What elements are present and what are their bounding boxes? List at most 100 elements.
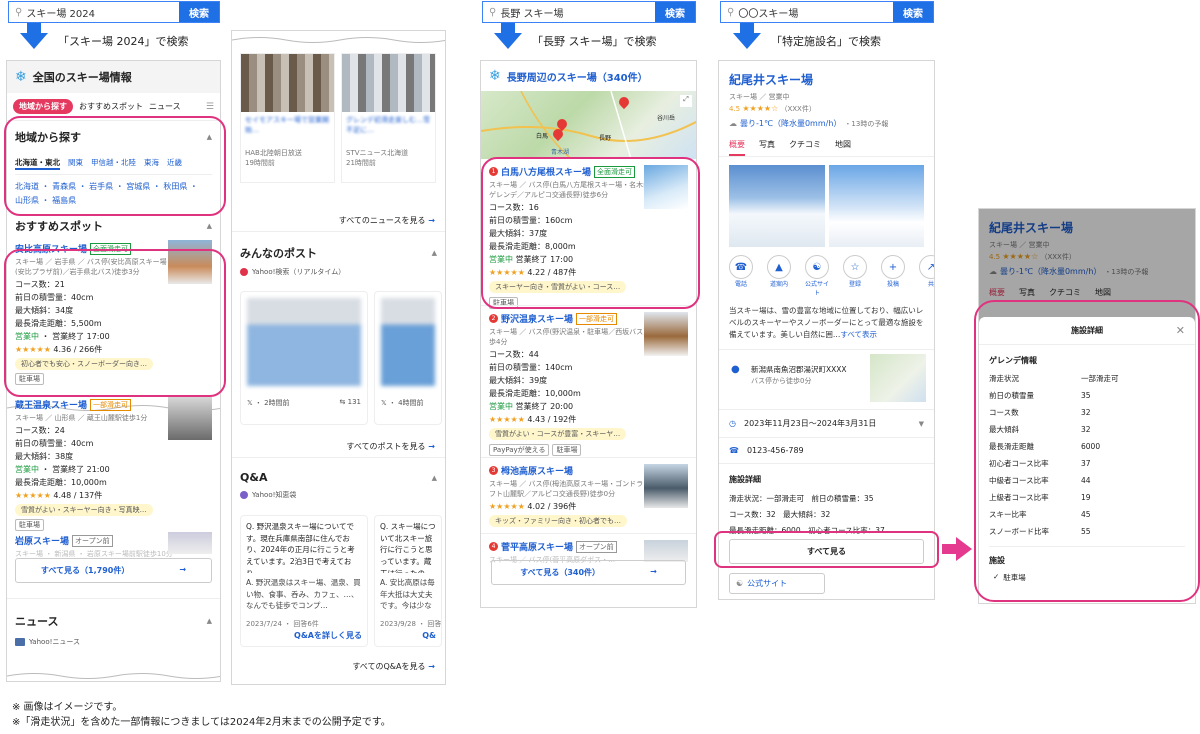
search-button[interactable]: 検索 (893, 2, 933, 22)
place-photo[interactable] (729, 165, 825, 247)
see-qa-link[interactable]: すべてのQ&Aを見る → (352, 661, 435, 672)
spot-thumbnail[interactable] (644, 540, 688, 562)
chevron-down-icon[interactable]: ▼ (919, 420, 924, 428)
globe-icon[interactable]: ☯ (805, 255, 829, 279)
expand-map-icon[interactable]: ⤢ (680, 95, 692, 107)
spot-thumbnail[interactable] (168, 396, 212, 440)
flow-step-1: 「スキー場 2024」で検索 (20, 23, 189, 49)
place-photo[interactable] (828, 165, 924, 247)
see-all-button[interactable]: すべて見る（340件） → (491, 560, 686, 585)
phone-number[interactable]: 0123-456-789 (747, 446, 804, 455)
spot-detail: 最長滑走距離：10,000m (489, 389, 581, 398)
qa-card-1[interactable]: Q. 野沢温泉スキー場についてです。現在兵庫県南部に住んでおり、2024年の正月… (240, 515, 368, 647)
qa-more-link[interactable]: Q&Aを詳しく見る (246, 630, 362, 642)
repost-icon[interactable]: ⇆ (340, 398, 346, 406)
wave-divider (7, 673, 220, 679)
place-panel: 紀尾井スキー場 スキー場 ／ 営業中 4.5 ★★★★☆ （XXX件） ☁ 曇り-… (718, 60, 935, 600)
highlight-recommend (4, 249, 226, 397)
address-sub: バス停から徒歩0分 (751, 377, 812, 385)
tab-region[interactable]: 地域から探す (13, 99, 73, 114)
news-title[interactable]: グレンデ初滑走楽しむ…雪不足に… (342, 112, 435, 148)
search-icon: ⚲ (489, 6, 497, 18)
search-bar-3[interactable]: ⚲ 長野 スキー場 検索 (482, 1, 696, 23)
footnote-2: ※「滑走状況」を含めた一部情報につきましては2024年2月末までの公開予定です。 (12, 717, 391, 728)
spot-name[interactable]: 栂池高原スキー場 (501, 464, 573, 477)
spot-card-zao[interactable]: 蔵王温泉スキー場 一部滑走可 スキー場 ／ 山形県 ／ 蔵王山麓駅徒歩1分 コース… (7, 396, 220, 532)
qa-more-link[interactable]: Q& (380, 630, 436, 642)
place-name[interactable]: 紀尾井スキー場 (729, 71, 924, 88)
qa-card-2[interactable]: Q. スキー場について北スキー旅行に行こうと思っています。蔵王は行ったので、安比… (374, 515, 442, 647)
menu-icon[interactable]: ☰ (206, 102, 214, 112)
see-news-link[interactable]: すべてのニュースを見る → (339, 215, 435, 226)
tab-reviews[interactable]: クチコミ (789, 139, 821, 156)
parking-chip: 駐車場 (552, 444, 582, 456)
see-posts-link[interactable]: すべてのポストを見る → (346, 441, 435, 452)
share-icon[interactable]: ↗ (919, 255, 934, 279)
chevron-up-icon[interactable]: ▲ (207, 617, 212, 625)
tab-photos[interactable]: 写真 (759, 139, 775, 156)
show-all-link[interactable]: すべて表示 (840, 330, 877, 339)
map-roads (481, 91, 696, 159)
rating: 4.48 (53, 491, 72, 500)
tab-recommend[interactable]: おすすめスポット (79, 101, 143, 112)
results-panel-2: セイモアスキー場で営業開始… HAB北陸朝日放送 19時間前 グレンデ初滑走楽し… (231, 30, 446, 685)
spot-name[interactable]: 野沢温泉スキー場 (501, 312, 573, 325)
arrow-right-icon: → (650, 567, 657, 576)
review-count: 396件 (553, 502, 577, 511)
chevron-up-icon[interactable]: ▲ (432, 249, 437, 257)
mini-map[interactable] (870, 354, 926, 402)
plus-icon[interactable]: + (881, 255, 905, 279)
rank-number: 4 (489, 542, 498, 551)
search-bar-4[interactable]: ⚲ 〇〇スキー場 検索 (720, 1, 934, 23)
chevron-up-icon[interactable]: ▲ (432, 474, 437, 482)
cloud-icon: ☁ (729, 119, 737, 128)
news-title[interactable]: セイモアスキー場で営業開始… (241, 112, 334, 148)
map[interactable]: 長野 白馬 谷川岳 青木湖 ⤢ (481, 91, 696, 159)
phone-icon: ☎ (729, 446, 739, 455)
tab-map[interactable]: 地図 (835, 139, 851, 156)
rating: 4.43 (527, 415, 546, 424)
news-time: 21時間前 (346, 159, 376, 167)
search-button[interactable]: 検索 (655, 2, 695, 22)
search-query[interactable]: 〇〇スキー場 (738, 5, 798, 20)
spot-thumbnail[interactable] (644, 464, 688, 508)
spot-thumbnail[interactable] (168, 532, 212, 554)
tab-overview[interactable]: 概要 (729, 139, 745, 156)
search-button[interactable]: 検索 (179, 2, 219, 22)
spot-name[interactable]: 岩原スキー場 (15, 534, 69, 547)
directions-icon[interactable]: ▲ (767, 255, 791, 279)
see-all-label: すべて見る（340件） (520, 568, 601, 577)
result-item-2[interactable]: 2 野沢温泉スキー場 一部滑走可 スキー場 ／ バス停(野沢温泉・駐車場／西坂バス)… (481, 305, 696, 457)
star-rating-icon: ★★★★★ (489, 502, 525, 511)
status-badge: 一部滑走可 (90, 398, 132, 411)
post-card-2[interactable]: 𝕏 ・ 4時間前 (374, 291, 442, 425)
open-status: 営業中 (15, 465, 39, 474)
search-query[interactable]: 長野 スキー場 (500, 5, 563, 20)
open-status: 営業中 (489, 402, 513, 411)
spot-name[interactable]: 蔵王温泉スキー場 (15, 398, 87, 411)
post-card-1[interactable]: 𝕏 ・ 2時間前 ⇆ 131 (240, 291, 368, 425)
spot-name[interactable]: 菅平高原スキー場 (501, 540, 573, 553)
chevron-up-icon[interactable]: ▲ (207, 222, 212, 230)
phone-icon[interactable]: ☎ (729, 255, 753, 279)
tab-news[interactable]: ニュース (149, 101, 181, 112)
see-all-button[interactable]: すべて見る（1,790件） → (15, 558, 212, 583)
star-rating-icon: ★★★★★ (15, 491, 51, 500)
result-item-3[interactable]: 3 栂池高原スキー場 スキー場 ／ バス停(栂池高原スキー場・ゴンドラリ フト山麓… (481, 457, 696, 533)
spot-card-iwappara[interactable]: 岩原スキー場 オープン前 スキー場 ・ 新潟県 ・ 岩原スキー場前駅徒歩10分 す… (7, 532, 220, 586)
period: 2023年11月23日〜2024年3月31日 (743, 419, 877, 428)
blurred-post-content (381, 298, 435, 386)
official-site-button[interactable]: ☯ 公式サイト (729, 573, 825, 594)
facility-heading: 施設詳細 (729, 475, 761, 484)
spot-detail: 最大傾斜：39度 (489, 376, 548, 385)
official-site-label: 公式サイト (747, 579, 788, 588)
news-card-1[interactable]: セイモアスキー場で営業開始… HAB北陸朝日放送 19時間前 (240, 53, 335, 183)
news-card-2[interactable]: グレンデ初滑走楽しむ…雪不足に… STVニュース北海道 21時間前 (341, 53, 436, 183)
chiebukuro-icon (240, 491, 248, 499)
globe-icon: ☯ (736, 579, 744, 588)
star-icon[interactable]: ☆ (843, 255, 867, 279)
result-item-4[interactable]: 4 菅平高原スキー場 オープン前 スキー場 ／ バス停(菅平高原ダボス・… すべて見… (481, 533, 696, 587)
search-query[interactable]: スキー場 2024 (26, 5, 95, 20)
spot-thumbnail[interactable] (644, 312, 688, 356)
search-bar-1[interactable]: ⚲ スキー場 2024 検索 (8, 1, 220, 23)
